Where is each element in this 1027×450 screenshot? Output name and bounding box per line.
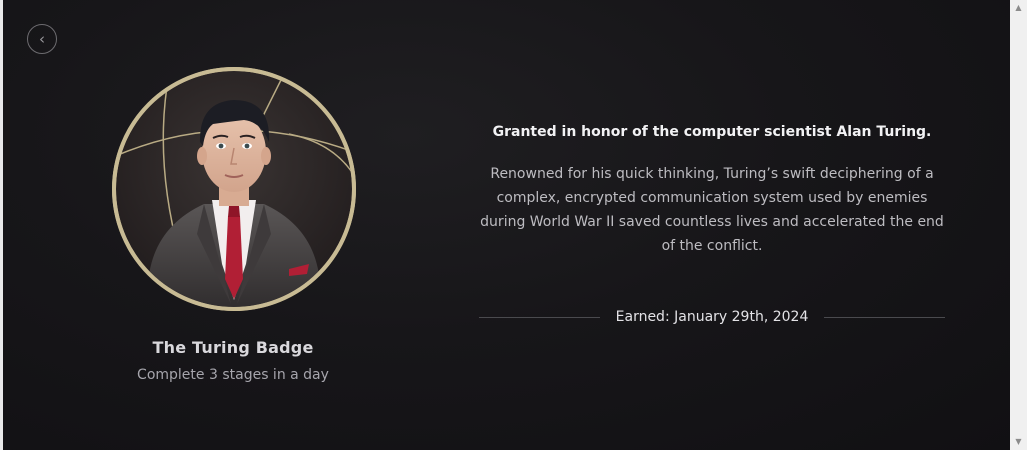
alan-turing-avatar — [112, 67, 356, 311]
badge-requirement: Complete 3 stages in a day — [137, 367, 329, 383]
badge-description: Renowned for his quick thinking, Turing’… — [480, 166, 944, 254]
divider-left — [479, 316, 600, 318]
chevron-left-icon: ‹ — [39, 30, 45, 48]
badge-headline: Granted in honor of the computer scienti… — [492, 124, 932, 140]
vertical-scrollbar[interactable]: ▲ ▼ — [1010, 0, 1027, 450]
divider-right — [824, 316, 945, 318]
badge-detail-panel: ‹ The Turing Badge Complete 3 stages in … — [3, 0, 1010, 450]
back-button[interactable]: ‹ — [27, 24, 57, 54]
scroll-up-arrow-icon[interactable]: ▲ — [1010, 0, 1027, 16]
badge-image — [109, 64, 359, 314]
scroll-down-arrow-icon[interactable]: ▼ — [1010, 434, 1027, 450]
earned-date-row: Earned: January 29th, 2024 — [479, 306, 945, 328]
earned-date: Earned: January 29th, 2024 — [615, 309, 809, 325]
badge-title: The Turing Badge — [152, 338, 314, 357]
